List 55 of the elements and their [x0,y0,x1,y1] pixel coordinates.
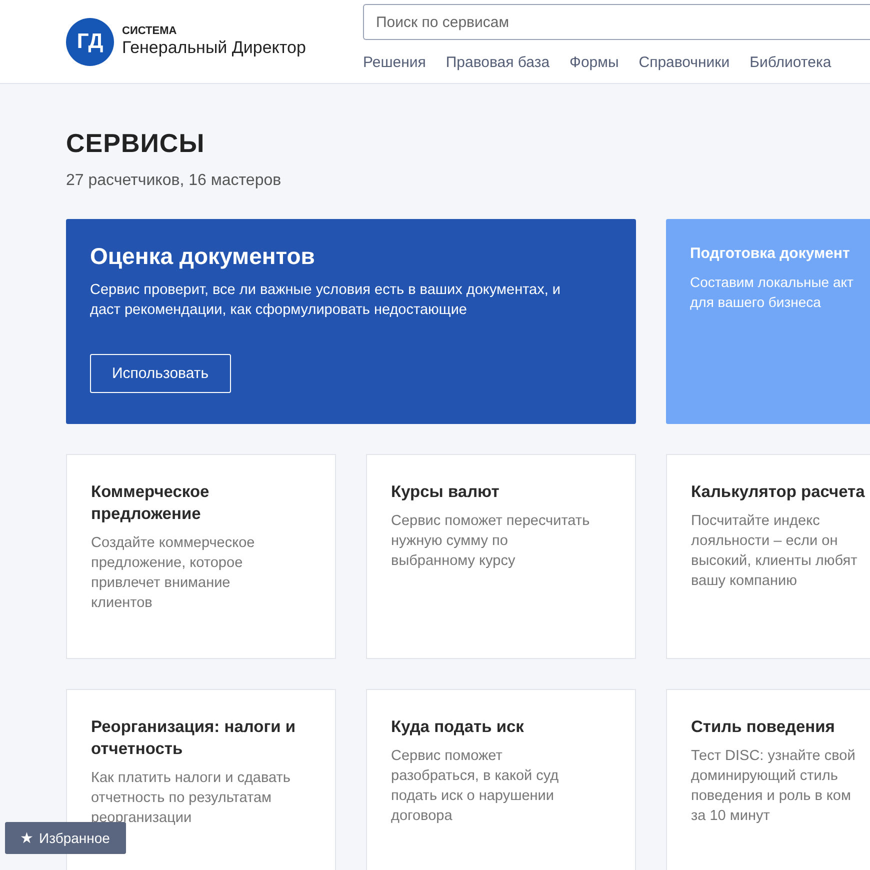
card-description: для вашего бизнеса [690,293,822,312]
card-title: Подготовка документ [690,245,851,262]
card-description: выбранному курсу [391,552,516,571]
nav-link[interactable]: Решения [363,54,426,71]
card-description: предложение, которое [91,554,244,573]
card-description: договора [391,807,454,826]
nav-link[interactable]: Библиотека [750,54,832,71]
card-description: клиентов [91,594,154,613]
card-description: за 10 минут [691,807,771,826]
nav-link[interactable]: Справочники [638,54,730,71]
service-card[interactable]: Курсы валют Сервис поможет пересчитать нужную сумму по выбранному курсу [366,454,636,659]
card-description: лояльности – если он [691,532,839,551]
card-description: привлечет внимание [91,574,232,593]
card-description: Посчитайте индекс [691,512,821,531]
nav-link[interactable]: Правовая база [446,54,550,71]
card-description: Составим локальные акт [690,273,854,292]
service-card[interactable]: Стиль поведения Тест DISC: узнайте свой доминирующий стиль поведения и роль в ком за 10 минут [666,689,870,870]
card-description: подать иск о нарушении [391,787,555,806]
nav-link[interactable]: Формы [570,54,619,71]
featured-service-card[interactable]: Оценка документов Сервис проверит, все ли важные условия есть в ваших документах, и даст рекомендации, как сформулировать недостающие Использовать [66,219,636,424]
card-description: даст рекомендации, как сформулировать недостающие [90,301,468,320]
card-title: Курсы валют [391,482,500,503]
favorites-button[interactable]: ★ Избранное [5,822,126,854]
card-description: разобраться, в какой суд [391,767,560,786]
card-title: Калькулятор расчета [691,482,866,503]
card-title: Стиль поведения [691,717,836,738]
page-title: СЕРВИСЫ [66,128,206,158]
service-card[interactable]: Калькулятор расчета Посчитайте индекс лояльности – если он высокий, клиенты любят вашу компанию [666,454,870,659]
card-title: Реорганизация: налоги и [91,717,296,738]
page-subtitle: 27 расчетчиков, 16 мастеров [66,172,282,190]
card-description: Создайте коммерческое [91,534,256,553]
card-description: вашу компанию [691,572,798,591]
card-title: Куда подать иск [391,717,525,738]
card-title: Оценка документов [90,243,316,270]
card-description: Тест DISC: узнайте свой [691,747,856,766]
card-title: Коммерческое [91,482,210,503]
card-title: предложение [91,504,202,525]
card-description: Сервис поможет [391,747,504,766]
card-description: поведения и роль в ком [691,787,852,806]
logo-title: Генеральный Директор [122,38,306,58]
card-description: Как платить налоги и сдавать [91,769,292,788]
logo-icon: ГД [66,18,114,66]
star-icon: ★ [20,829,33,847]
card-description: отчетность по результатам [91,789,272,808]
card-title: отчетность [91,739,184,760]
card-description: Сервис поможет пересчитать [391,512,591,531]
service-card[interactable]: Коммерческое предложение Создайте коммерческое предложение, которое привлечет внимание клиентов [66,454,336,659]
card-description: высокий, клиенты любят [691,552,858,571]
search-field[interactable]: Поиск по сервисам [363,4,870,40]
card-description: Сервис проверит, все ли важные условия есть в ваших документах, и [90,281,562,300]
card-description: нужную сумму по [391,532,509,551]
use-button[interactable]: Использовать [90,354,231,393]
service-card[interactable]: Куда подать иск Сервис поможет разобраться, в какой суд подать иск о нарушении договора [366,689,636,870]
logo-caption: СИСТЕМА [122,25,178,37]
card-description: доминирующий стиль [691,767,839,786]
